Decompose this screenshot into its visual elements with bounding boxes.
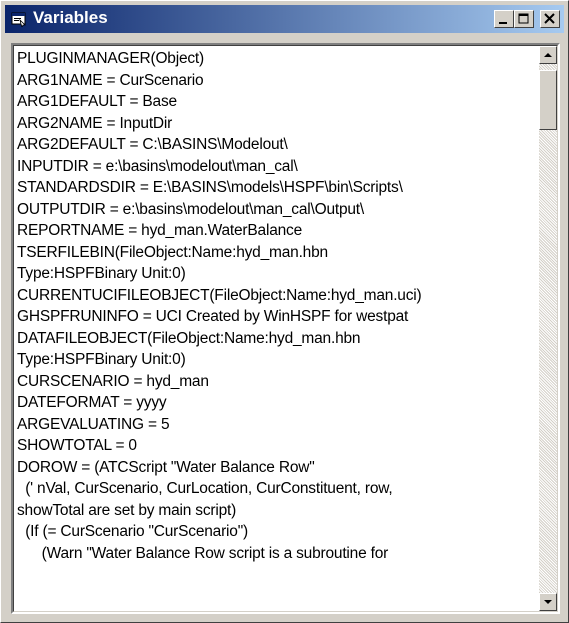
text-line: ARG1NAME = CurScenario [17, 71, 204, 89]
text-line: ARG1DEFAULT = Base [17, 93, 177, 110]
scroll-up-button[interactable] [539, 46, 557, 64]
text-line: GHSPFRUNINFO = UCI Created by WinHSPF fo… [17, 308, 409, 325]
text-line: (If (= CurScenario "CurScenario") [17, 523, 248, 540]
text-line: showTotal are set by main script) [17, 501, 237, 519]
close-button[interactable] [540, 10, 560, 28]
maximize-icon [518, 13, 529, 24]
text-line: (' nVal, CurScenario, CurLocation, CurCo… [17, 480, 393, 497]
arrow-down-icon [544, 600, 552, 604]
text-line: SHOWTOTAL = 0 [17, 437, 137, 454]
scroll-down-button[interactable] [539, 593, 557, 611]
minimize-icon [499, 22, 507, 24]
window-title: Variables [33, 8, 108, 27]
variables-window: Variables PLUGINMANAGER(Object) ARG1NAME … [0, 0, 569, 623]
text-line: CURRENTUCIFILEOBJECT(FileObject:Name:hyd… [17, 286, 422, 304]
text-line: REPORTNAME = hyd_man.WaterBalance [17, 222, 303, 239]
text-line: Type:HSPFBinary Unit:0) [17, 351, 186, 368]
text-line: ARG2NAME = InputDir [17, 114, 173, 132]
title-bar[interactable]: Variables [5, 5, 564, 33]
variables-text-area[interactable]: PLUGINMANAGER(Object) ARG1NAME = CurScena… [11, 43, 560, 614]
text-line: ARG2DEFAULT = C:\BASINS\Modelout\ [17, 136, 288, 153]
text-line: INPUTDIR = e:\basins\modelout\man_cal\ [17, 157, 298, 175]
scroll-thumb[interactable] [539, 70, 557, 130]
arrow-up-icon [544, 53, 552, 57]
text-line: TSERFILEBIN(FileObject:Name:hyd_man.hbn [17, 243, 328, 261]
window-icon[interactable] [11, 11, 27, 29]
text-line: CURSCENARIO = hyd_man [17, 372, 209, 390]
close-icon [544, 13, 555, 24]
text-line: DATAFILEOBJECT(FileObject:Name:hyd_man.h… [17, 329, 361, 347]
maximize-button[interactable] [514, 10, 534, 28]
text-line: DATEFORMAT = yyyy [17, 394, 167, 411]
text-area-frame: PLUGINMANAGER(Object) ARG1NAME = CurScena… [13, 45, 558, 612]
text-line: ARGEVALUATING = 5 [17, 415, 170, 433]
text-line: DOROW = (ATCScript "Water Balance Row" [17, 458, 315, 476]
minimize-button[interactable] [494, 10, 514, 28]
text-line: (Warn "Water Balance Row script is a sub… [17, 544, 389, 562]
text-line: STANDARDSDIR = E:\BASINS\models\HSPF\bin… [17, 179, 403, 196]
variables-text[interactable]: PLUGINMANAGER(Object) ARG1NAME = CurScena… [14, 46, 529, 611]
text-line: Type:HSPFBinary Unit:0) [17, 265, 186, 282]
text-line: OUTPUTDIR = e:\basins\modelout\man_cal\O… [17, 200, 365, 218]
text-line: PLUGINMANAGER(Object) [17, 50, 204, 67]
vertical-scrollbar[interactable] [539, 46, 557, 611]
